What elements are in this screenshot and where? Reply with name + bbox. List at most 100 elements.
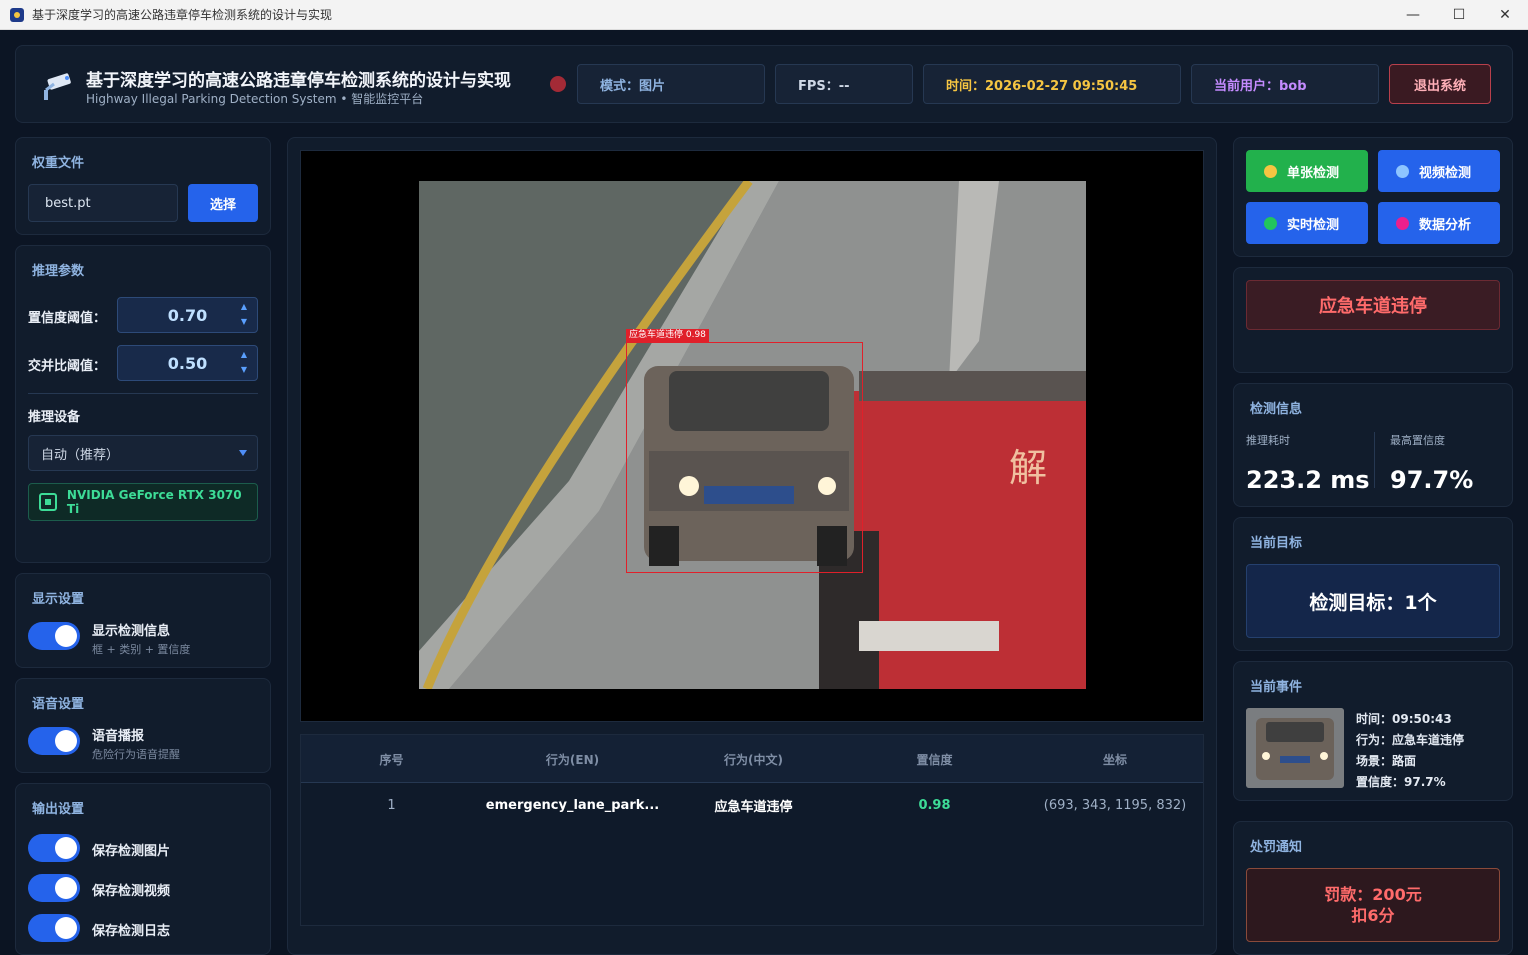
infer-time-label: 推理耗时 (1246, 434, 1290, 447)
save-log-label: 保存检测日志 (92, 924, 171, 939)
weights-file-field[interactable]: best.pt (28, 184, 178, 222)
gpu-name: NVIDIA GeForce RTX 3070 Ti (66, 488, 242, 516)
single-detect-button[interactable]: 单张检测 (1246, 150, 1368, 192)
cell-index: 1 (387, 797, 396, 813)
inference-card: 推理参数 置信度阈值： 0.70 ▲ ▼ 交并比阈值： 0.50 ▲ ▼ 推理设备 … (15, 245, 271, 563)
col-index: 序号 (379, 752, 404, 767)
inference-title: 推理参数 (32, 264, 85, 279)
time-badge: 时间：2026-02-27 09:50:45 (923, 64, 1181, 104)
save-image-label: 保存检测图片 (92, 844, 171, 859)
iou-label: 交并比阈值： (28, 359, 107, 374)
event-card: 当前事件 时间：09:50:43 行为：应急车道违停 场景：路面 置信度：97.… (1233, 661, 1513, 801)
display-title: 显示设置 (32, 592, 85, 607)
spin-down-icon[interactable]: ▼ (241, 365, 247, 374)
col-coords: 坐标 (1102, 752, 1127, 767)
choose-weights-button[interactable]: 选择 (188, 184, 258, 222)
video-display: 解 应急车道违停 0.98 (300, 150, 1204, 722)
save-log-toggle[interactable] (28, 914, 80, 942)
save-video-toggle[interactable] (28, 874, 80, 902)
event-scene: 场景：路面 (1356, 754, 1417, 768)
violation-alert: 应急车道违停 (1246, 280, 1500, 330)
blue-dot-icon (1396, 164, 1409, 178)
detection-frame: 解 应急车道违停 0.98 (419, 181, 1086, 689)
chevron-down-icon (239, 450, 247, 456)
detection-box-label: 应急车道违停 0.98 (626, 329, 709, 342)
svg-text:解: 解 (1009, 446, 1047, 490)
table-header: 序号 行为(EN) 行为(中文) 置信度 坐标 (301, 735, 1203, 783)
weights-card: 权重文件 best.pt 选择 (15, 137, 271, 235)
video-detect-button[interactable]: 视频检测 (1378, 150, 1500, 192)
cell-confidence: 0.98 (918, 797, 951, 813)
car-thumbnail-image (1246, 708, 1344, 788)
penalty-card: 处罚通知 罚款：200元 扣6分 (1233, 821, 1513, 955)
spin-up-icon[interactable]: ▲ (241, 350, 247, 359)
penalty-title: 处罚通知 (1250, 840, 1303, 855)
data-analysis-label: 数据分析 (1419, 217, 1472, 233)
center-panel: 解 应急车道违停 0.98 序号 行为(EN) 行为(中文) 置信度 坐标 1 … (287, 137, 1217, 955)
voice-toggle[interactable] (28, 727, 80, 755)
voice-label: 语音播报 (92, 729, 145, 744)
voice-card: 语音设置 语音播报 危险行为语音提醒 (15, 678, 271, 773)
max-conf-label: 最高置信度 (1390, 434, 1445, 447)
header-bar: 基于深度学习的高速公路违章停车检测系统的设计与实现 Highway Illega… (15, 45, 1513, 123)
mode-card: 单张检测 视频检测 实时检测 数据分析 (1233, 137, 1513, 257)
mode-badge: 模式：图片 (577, 64, 765, 104)
save-image-toggle[interactable] (28, 834, 80, 862)
event-behavior: 行为：应急车道违停 (1356, 733, 1465, 747)
chip-icon (39, 493, 57, 511)
detection-info-title: 检测信息 (1250, 402, 1303, 417)
yellow-dot-icon (1264, 164, 1277, 178)
results-table: 序号 行为(EN) 行为(中文) 置信度 坐标 1 emergency_lane… (300, 734, 1204, 926)
divider (1374, 432, 1375, 488)
app-root: 基于深度学习的高速公路违章停车检测系统的设计与实现 Highway Illega… (0, 30, 1528, 955)
confidence-spinbox[interactable]: 0.70 ▲ ▼ (117, 297, 258, 333)
target-count: 检测目标：1个 (1246, 564, 1500, 638)
event-time: 时间：09:50:43 (1356, 712, 1452, 726)
iou-spinbox[interactable]: 0.50 ▲ ▼ (117, 345, 258, 381)
alert-card: 应急车道违停 (1233, 267, 1513, 373)
spin-up-icon[interactable]: ▲ (241, 302, 247, 311)
penalty-notice: 罚款：200元 扣6分 (1246, 868, 1500, 942)
user-badge: 当前用户：bob (1191, 64, 1379, 104)
show-detection-toggle[interactable] (28, 622, 80, 650)
show-detection-sub: 框 + 类别 + 置信度 (92, 643, 191, 656)
col-confidence: 置信度 (916, 752, 953, 767)
status-indicator (550, 76, 566, 92)
confidence-value: 0.70 (167, 305, 208, 325)
camera-icon (44, 73, 71, 100)
target-title: 当前目标 (1250, 536, 1303, 551)
page-title: 基于深度学习的高速公路违章停车检测系统的设计与实现 (86, 71, 511, 91)
event-thumbnail[interactable] (1246, 708, 1344, 788)
cell-behavior-en: emergency_lane_park... (485, 797, 660, 813)
realtime-detect-label: 实时检测 (1287, 217, 1340, 233)
device-label: 推理设备 (28, 410, 81, 425)
output-card: 输出设置 保存检测图片 保存检测视频 保存检测日志 (15, 783, 271, 955)
logout-button[interactable]: 退出系统 (1389, 64, 1491, 104)
device-value: 自动（推荐） (41, 447, 120, 463)
maximize-button[interactable]: ☐ (1436, 0, 1482, 30)
device-select[interactable]: 自动（推荐） (28, 435, 258, 471)
app-icon (10, 7, 24, 22)
data-analysis-button[interactable]: 数据分析 (1378, 202, 1500, 244)
confidence-label: 置信度阈值： (28, 311, 107, 326)
col-behavior-cn: 行为(中文) (724, 752, 783, 767)
realtime-detect-button[interactable]: 实时检测 (1246, 202, 1368, 244)
minimize-button[interactable]: — (1390, 0, 1436, 30)
page-subtitle: Highway Illegal Parking Detection System… (86, 92, 424, 106)
col-behavior-en: 行为(EN) (545, 752, 600, 767)
cell-coords: (693, 343, 1195, 832) (1043, 797, 1187, 813)
video-detect-label: 视频检测 (1419, 165, 1472, 181)
spin-down-icon[interactable]: ▼ (241, 317, 247, 326)
close-button[interactable]: ✕ (1482, 0, 1528, 30)
gpu-badge: NVIDIA GeForce RTX 3070 Ti (28, 483, 258, 521)
iou-value: 0.50 (167, 353, 208, 373)
divider (28, 393, 258, 394)
infer-time-value: 223.2 ms (1246, 466, 1370, 494)
voice-sub: 危险行为语音提醒 (92, 748, 180, 761)
event-title: 当前事件 (1250, 680, 1303, 695)
target-card: 当前目标 检测目标：1个 (1233, 517, 1513, 651)
weights-title: 权重文件 (32, 156, 85, 171)
window-title: 基于深度学习的高速公路违章停车检测系统的设计与实现 (32, 8, 333, 22)
show-detection-label: 显示检测信息 (92, 624, 171, 639)
event-confidence: 置信度：97.7% (1356, 775, 1446, 789)
